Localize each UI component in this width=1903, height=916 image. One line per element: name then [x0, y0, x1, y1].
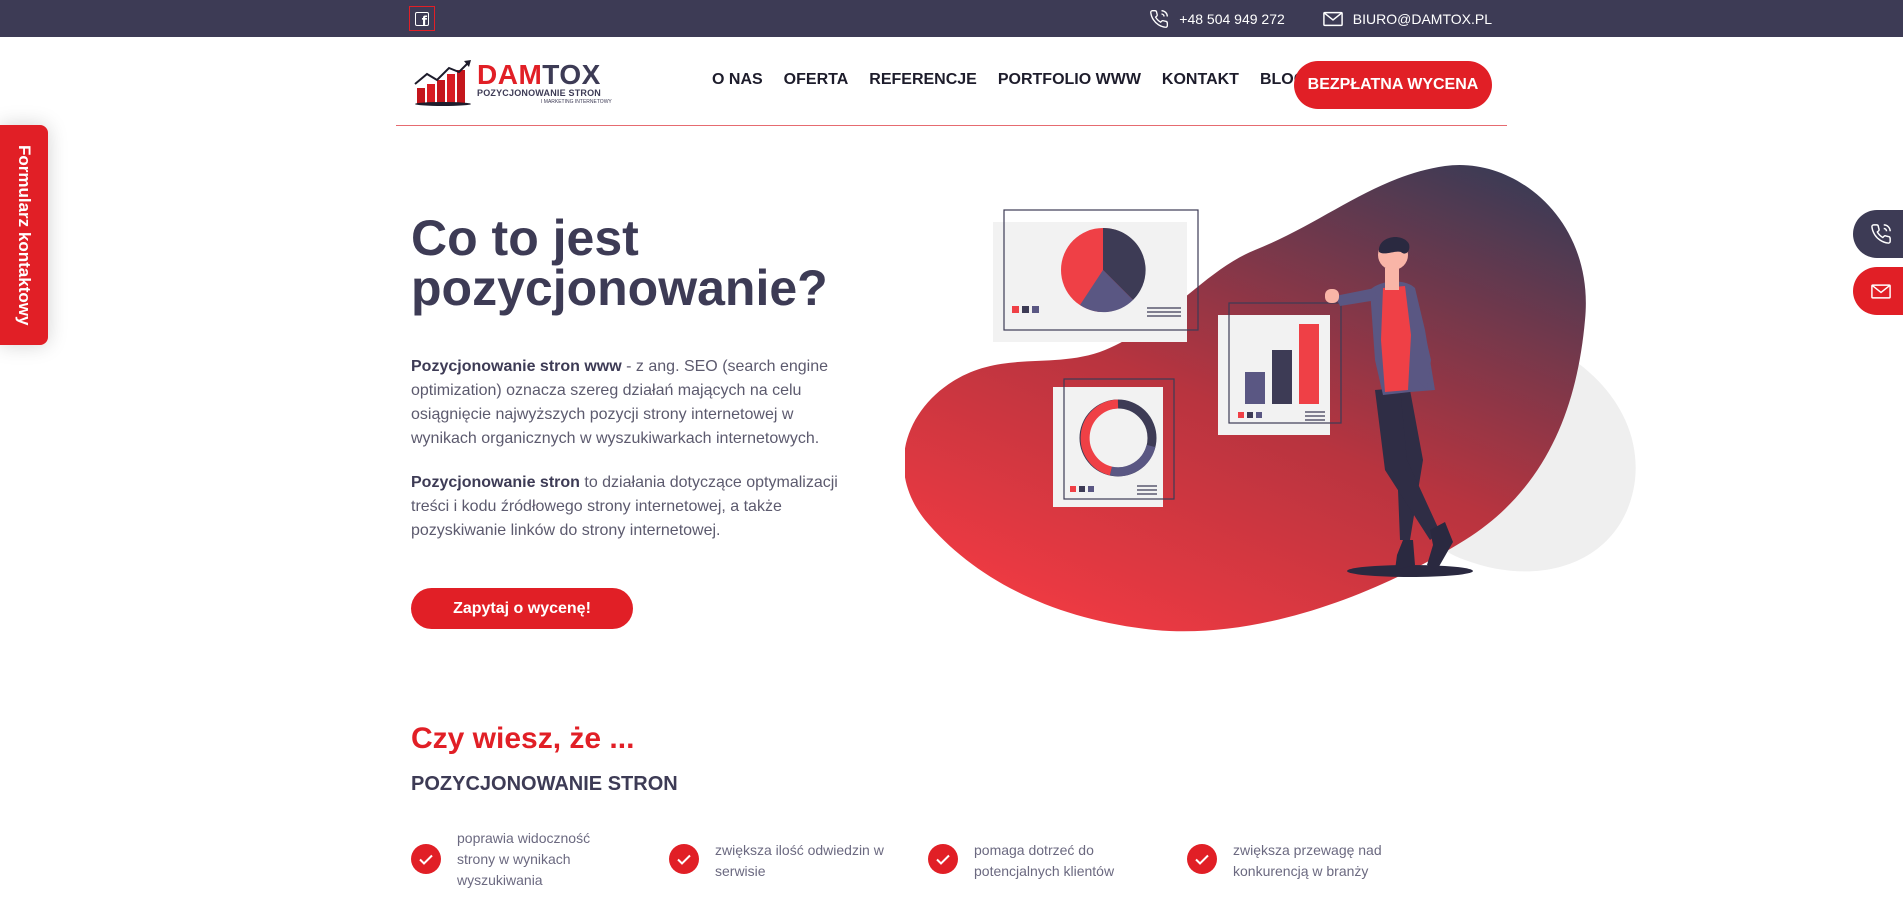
- feature-item: zwiększa ilość odwiedzin w serwisie: [669, 840, 899, 882]
- topbar-email[interactable]: BIURO@DAMTOX.PL: [1322, 10, 1492, 27]
- nav-kontakt[interactable]: KONTAKT: [1162, 71, 1239, 89]
- feature-item: poprawia widoczność strony w wynikach wy…: [411, 828, 621, 891]
- site-logo[interactable]: DAMTOX POZYCJONOWANIE STRON I MARKETING …: [413, 60, 618, 106]
- mail-icon: [1322, 11, 1343, 26]
- check-icon: [669, 844, 699, 874]
- nav-referencje[interactable]: REFERENCJE: [869, 71, 977, 89]
- feature-text: zwiększa ilość odwiedzin w serwisie: [715, 842, 884, 879]
- check-icon: [1187, 844, 1217, 874]
- free-quote-button[interactable]: BEZPŁATNA WYCENA: [1294, 61, 1492, 109]
- hero-title: Co to jest pozycjonowanie?: [411, 210, 828, 316]
- email-address: BIURO@DAMTOX.PL: [1352, 10, 1492, 27]
- topbar-phone[interactable]: +48 504 949 272: [1149, 9, 1285, 29]
- hero-paragraph-2: Pozycjonowanie stron to działania dotycz…: [411, 471, 851, 543]
- hero-p1-bold: Pozycjonowanie stron www: [411, 358, 622, 375]
- feature-item: zwiększa przewagę nad konkurencją w bran…: [1187, 840, 1417, 882]
- topbar-contacts: +48 504 949 272 BIURO@DAMTOX.PL: [1149, 0, 1492, 37]
- hero-illustration: [905, 164, 1636, 632]
- contact-form-tab-label: Formularz kontaktowy: [15, 144, 34, 326]
- did-you-know-title: Czy wiesz, że ...: [411, 722, 635, 755]
- nav-o-nas[interactable]: O NAS: [712, 71, 763, 89]
- feature-item: pomaga dotrzeć do potencjalnych klientów: [928, 840, 1158, 882]
- check-icon: [928, 844, 958, 874]
- ask-quote-button[interactable]: Zapytaj o wycenę!: [411, 588, 633, 629]
- logo-wordmark: DAMTOX: [477, 59, 601, 90]
- logo-tagline-small: I MARKETING INTERNETOWY: [541, 99, 612, 105]
- feature-text: poprawia widoczność strony w wynikach wy…: [457, 830, 591, 888]
- top-bar: +48 504 949 272 BIURO@DAMTOX.PL: [0, 0, 1903, 37]
- phone-number: +48 504 949 272: [1179, 10, 1285, 27]
- facebook-icon[interactable]: [409, 6, 435, 31]
- header-divider: [396, 125, 1507, 126]
- hero-p2-bold: Pozycjonowanie stron: [411, 474, 580, 491]
- phone-icon: [1871, 224, 1891, 244]
- check-icon: [411, 844, 441, 874]
- logo-chart-icon: [414, 60, 471, 106]
- section-subtitle: POZYCJONOWANIE STRON: [411, 773, 678, 795]
- feature-text: zwiększa przewagę nad konkurencją w bran…: [1233, 842, 1382, 879]
- phone-icon: [1150, 9, 1169, 28]
- nav-oferta[interactable]: OFERTA: [784, 71, 849, 89]
- hero-paragraph-1: Pozycjonowanie stron www - z ang. SEO (s…: [411, 355, 851, 451]
- contact-form-tab[interactable]: Formularz kontaktowy: [0, 125, 48, 345]
- side-mail-button[interactable]: [1853, 267, 1903, 315]
- nav-portfolio[interactable]: PORTFOLIO WWW: [998, 71, 1141, 89]
- side-phone-button[interactable]: [1853, 210, 1903, 258]
- features-list: poprawia widoczność strony w wynikach wy…: [411, 828, 1461, 916]
- mail-icon: [1871, 283, 1891, 299]
- main-nav: O NAS OFERTA REFERENCJE PORTFOLIO WWW KO…: [712, 71, 1306, 89]
- logo-tagline: POZYCJONOWANIE STRON: [477, 88, 602, 98]
- feature-text: pomaga dotrzeć do potencjalnych klientów: [974, 842, 1115, 879]
